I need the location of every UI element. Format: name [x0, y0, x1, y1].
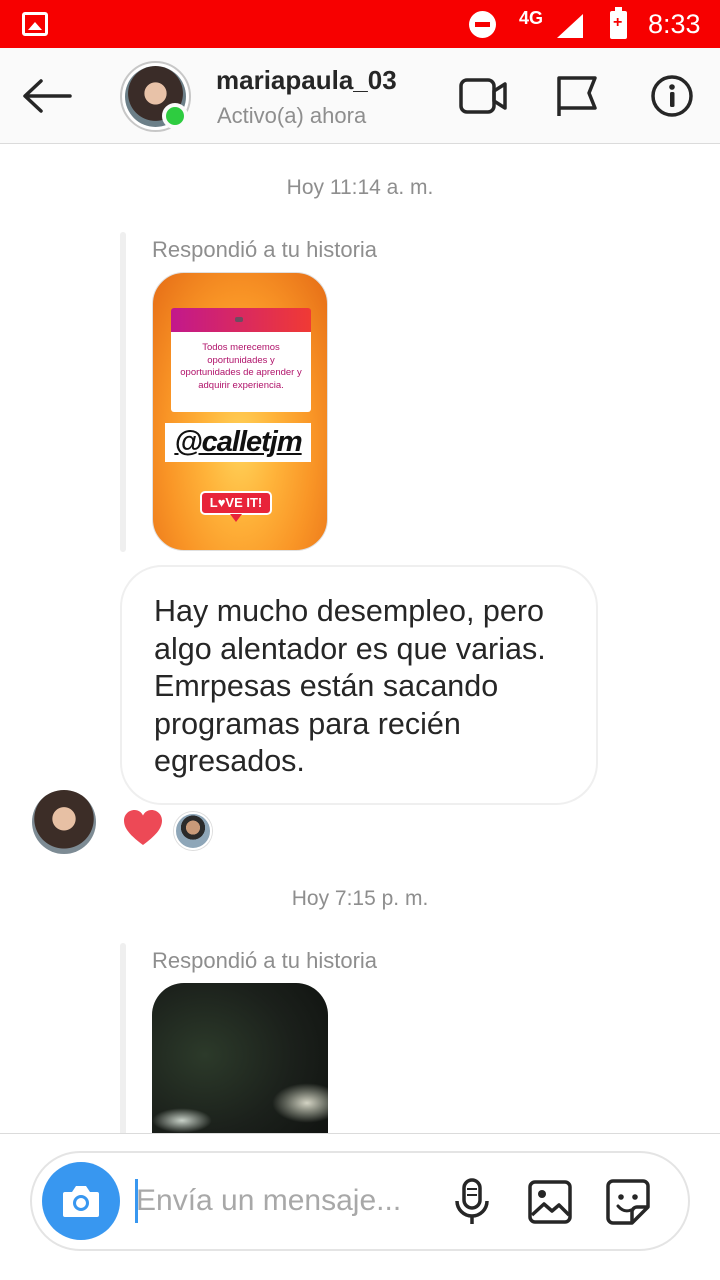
- info-icon[interactable]: [648, 74, 698, 118]
- story-image-highlight: [272, 1083, 328, 1123]
- message-composer: [30, 1151, 690, 1251]
- timestamp: Hoy 7:15 p. m.: [291, 887, 429, 910]
- microphone-icon[interactable]: [448, 1177, 496, 1227]
- reply-label: Respondió a tu historia: [152, 948, 378, 973]
- dm-thread-screen: 4G 8:33 mariapaula_03 Activo(a) ahora: [0, 0, 720, 1280]
- sticker-icon[interactable]: [604, 1177, 652, 1227]
- reply-label: Respondió a tu historia: [152, 237, 378, 262]
- composer-area: [0, 1133, 720, 1280]
- timestamp: Hoy 11:14 a. m.: [286, 176, 434, 199]
- story-mention: @calletjm: [165, 423, 311, 462]
- camera-button[interactable]: [42, 1162, 120, 1240]
- message-input[interactable]: [136, 1173, 426, 1229]
- presence-status: Activo(a) ahora: [217, 103, 367, 128]
- status-bar: 4G 8:33: [0, 0, 720, 48]
- love-it-sticker: L♥VE IT!: [200, 491, 272, 522]
- message-bubble[interactable]: Hay mucho desempleo, pero algo alentador…: [120, 565, 598, 805]
- signal-icon: [557, 14, 583, 38]
- chat-header: mariapaula_03 Activo(a) ahora: [0, 48, 720, 144]
- do-not-disturb-icon: [469, 11, 496, 38]
- reactor-avatar[interactable]: [174, 812, 212, 850]
- story-card-header: [171, 308, 311, 332]
- story-card-text: Todos merecemos oportunidades y oportuni…: [171, 332, 311, 412]
- camera-icon: [63, 1186, 99, 1217]
- story-image-highlight: [152, 1108, 212, 1133]
- back-arrow-icon[interactable]: [22, 78, 72, 114]
- video-call-icon[interactable]: [458, 74, 508, 118]
- network-type: 4G: [519, 8, 544, 28]
- heart-reaction-icon[interactable]: [122, 808, 164, 848]
- sender-avatar[interactable]: [32, 790, 96, 854]
- online-status-icon: [162, 103, 188, 129]
- story-reply-thumbnail[interactable]: Todos merecemos oportunidades y oportuni…: [152, 272, 328, 551]
- username[interactable]: mariapaula_03: [216, 65, 397, 96]
- status-time: 8:33: [648, 9, 701, 39]
- battery-low-icon: [610, 7, 627, 39]
- reply-indicator-bar: [120, 943, 126, 1143]
- gallery-icon[interactable]: [526, 1177, 574, 1227]
- report-flag-icon[interactable]: [553, 74, 603, 118]
- gallery-notification-icon: [22, 12, 48, 36]
- reply-indicator-bar: [120, 232, 126, 552]
